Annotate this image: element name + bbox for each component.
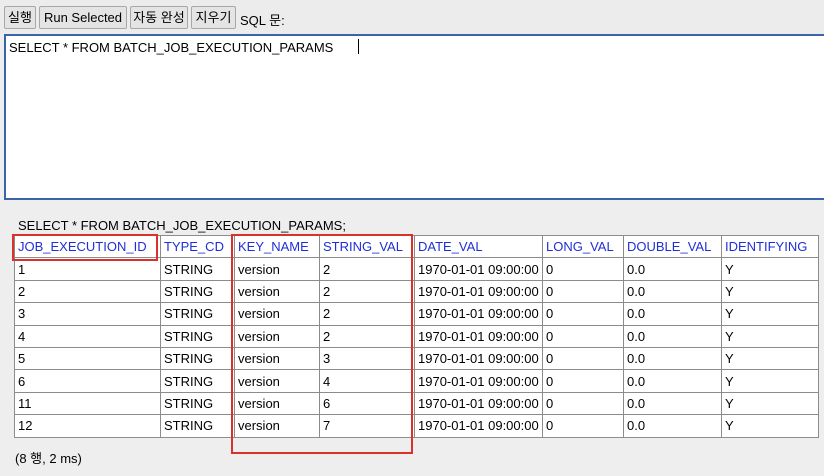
- table-cell: 1970-01-01 09:00:00: [414, 324, 543, 348]
- table-cell: Y: [721, 324, 819, 348]
- table-cell: 0.0: [623, 257, 722, 281]
- table-cell: 0.0: [623, 279, 722, 304]
- table-cell: STRING: [160, 324, 235, 348]
- column-header-type-cd[interactable]: TYPE_CD: [160, 234, 235, 259]
- text-caret: [358, 39, 359, 54]
- run-selected-button[interactable]: Run Selected: [39, 6, 127, 29]
- table-cell: Y: [721, 302, 819, 326]
- table-cell: 0.0: [623, 324, 722, 348]
- column-header-double-val[interactable]: DOUBLE_VAL: [623, 234, 722, 259]
- table-cell: 0: [542, 257, 624, 281]
- table-cell: 1: [14, 257, 161, 281]
- run-button[interactable]: 실행: [4, 6, 36, 29]
- table-cell: version: [234, 346, 320, 371]
- sql-label: SQL 문:: [240, 13, 285, 28]
- table-cell: version: [234, 302, 320, 326]
- table-cell: 0: [542, 302, 624, 326]
- toolbar: 실행 Run Selected 자동 완성 지우기 SQL 문:: [0, 0, 824, 34]
- table-cell: 1970-01-01 09:00:00: [414, 369, 543, 393]
- column-header-long-val[interactable]: LONG_VAL: [542, 234, 624, 259]
- table-cell: version: [234, 391, 320, 416]
- table-cell: 11: [14, 391, 161, 416]
- table-cell: 6: [14, 369, 161, 393]
- table-row[interactable]: 6 STRING version 4 1970-01-01 09:00:00 0 0.0 Y: [14, 369, 819, 393]
- table-cell: 4: [319, 369, 415, 393]
- table-cell: STRING: [160, 257, 235, 281]
- table-cell: Y: [721, 257, 819, 281]
- table-cell: 0: [542, 279, 624, 304]
- table-row[interactable]: 5 STRING version 3 1970-01-01 09:00:00 0 0.0 Y: [14, 346, 819, 371]
- table-row[interactable]: 4 STRING version 2 1970-01-01 09:00:00 0 0.0 Y: [14, 324, 819, 348]
- table-cell: 0.0: [623, 302, 722, 326]
- clear-button[interactable]: 지우기: [191, 6, 236, 29]
- table-cell: 0: [542, 346, 624, 371]
- table-cell: 4: [14, 324, 161, 348]
- result-query-text: SELECT * FROM BATCH_JOB_EXECUTION_PARAMS…: [18, 218, 346, 233]
- table-cell: Y: [721, 369, 819, 393]
- table-cell: 12: [14, 414, 161, 438]
- table-cell: version: [234, 369, 320, 393]
- table-cell: 2: [319, 279, 415, 304]
- table-cell: STRING: [160, 414, 235, 438]
- table-cell: Y: [721, 414, 819, 438]
- column-header-string-val[interactable]: STRING_VAL: [319, 234, 415, 259]
- results-header-row: JOB_EXECUTION_ID TYPE_CD KEY_NAME STRING_VA…: [14, 234, 819, 259]
- table-cell: 1970-01-01 09:00:00: [414, 391, 543, 416]
- table-cell: version: [234, 279, 320, 304]
- table-cell: 2: [319, 302, 415, 326]
- table-cell: 0.0: [623, 391, 722, 416]
- autocomplete-button[interactable]: 자동 완성: [130, 6, 188, 29]
- table-cell: 1970-01-01 09:00:00: [414, 346, 543, 371]
- result-summary: (8 행, 2 ms): [15, 451, 82, 466]
- table-cell: version: [234, 414, 320, 438]
- table-cell: 1970-01-01 09:00:00: [414, 257, 543, 281]
- table-cell: 0.0: [623, 369, 722, 393]
- table-cell: 0: [542, 391, 624, 416]
- table-cell: 5: [14, 346, 161, 371]
- table-cell: 6: [319, 391, 415, 416]
- table-row[interactable]: 12 STRING version 7 1970-01-01 09:00:00 0 0.0 Y: [14, 414, 819, 438]
- column-header-key-name[interactable]: KEY_NAME: [234, 234, 320, 259]
- table-cell: version: [234, 257, 320, 281]
- table-cell: 7: [319, 414, 415, 438]
- table-row[interactable]: 1 STRING version 2 1970-01-01 09:00:00 0 0.0 Y: [14, 257, 819, 281]
- table-cell: STRING: [160, 302, 235, 326]
- table-cell: Y: [721, 279, 819, 304]
- table-cell: 0: [542, 414, 624, 438]
- table-cell: 3: [14, 302, 161, 326]
- table-cell: Y: [721, 346, 819, 371]
- sql-editor[interactable]: SELECT * FROM BATCH_JOB_EXECUTION_PARAMS: [4, 34, 824, 200]
- table-cell: 0.0: [623, 346, 722, 371]
- table-row[interactable]: 3 STRING version 2 1970-01-01 09:00:00 0 0.0 Y: [14, 302, 819, 326]
- table-row[interactable]: 11 STRING version 6 1970-01-01 09:00:00 0 0.0 Y: [14, 391, 819, 416]
- table-cell: 2: [319, 324, 415, 348]
- table-cell: STRING: [160, 391, 235, 416]
- results-table: JOB_EXECUTION_ID TYPE_CD KEY_NAME STRING_VA…: [14, 234, 819, 438]
- column-header-date-val[interactable]: DATE_VAL: [414, 234, 543, 259]
- table-cell: STRING: [160, 346, 235, 371]
- table-cell: Y: [721, 391, 819, 416]
- table-cell: STRING: [160, 369, 235, 393]
- table-cell: 0: [542, 324, 624, 348]
- column-header-identifying[interactable]: IDENTIFYING: [721, 234, 819, 259]
- table-cell: 1970-01-01 09:00:00: [414, 414, 543, 438]
- table-row[interactable]: 2 STRING version 2 1970-01-01 09:00:00 0 0.0 Y: [14, 279, 819, 304]
- table-cell: 3: [319, 346, 415, 371]
- column-header-job-execution-id[interactable]: JOB_EXECUTION_ID: [14, 234, 161, 259]
- table-cell: 0.0: [623, 414, 722, 438]
- table-cell: 0: [542, 369, 624, 393]
- table-cell: 2: [319, 257, 415, 281]
- table-cell: 2: [14, 279, 161, 304]
- sql-editor-text: SELECT * FROM BATCH_JOB_EXECUTION_PARAMS: [9, 40, 334, 55]
- table-cell: 1970-01-01 09:00:00: [414, 302, 543, 326]
- table-cell: 1970-01-01 09:00:00: [414, 279, 543, 304]
- table-cell: version: [234, 324, 320, 348]
- table-cell: STRING: [160, 279, 235, 304]
